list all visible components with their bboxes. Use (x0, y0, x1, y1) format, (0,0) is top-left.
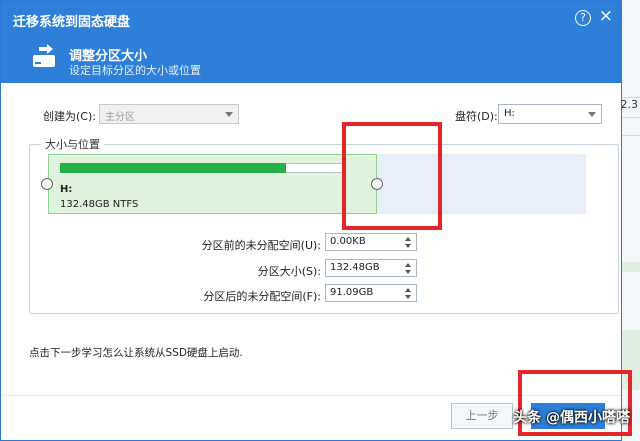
group-title: 大小与位置 (41, 136, 104, 152)
size-input[interactable]: 132.48GB (325, 259, 417, 277)
spin-up-icon[interactable] (405, 237, 411, 241)
prev-button[interactable]: 上一步 (451, 403, 513, 429)
before-space-value: 0.00KB (330, 236, 366, 247)
size-label: 分区大小(S): (257, 265, 321, 278)
after-space-value: 91.09GB (330, 287, 374, 298)
help-icon[interactable]: ? (575, 10, 591, 26)
highlight-box (342, 122, 442, 230)
partition-label: H: (60, 184, 73, 195)
chevron-down-icon (588, 112, 596, 117)
size-value: 132.48GB (330, 262, 380, 273)
before-space-label: 分区前的未分配空间(U): (201, 239, 321, 252)
before-space-input[interactable]: 0.00KB (325, 233, 417, 251)
step-subtitle: 设定目标分区的大小或位置 (69, 64, 201, 77)
create-as-select[interactable]: 主分区 (99, 104, 239, 124)
create-as-label: 创建为(C): (43, 110, 96, 123)
usage-bar-fill (60, 163, 286, 173)
spin-down-icon[interactable] (405, 270, 411, 274)
close-icon[interactable]: × (599, 8, 613, 25)
after-space-input[interactable]: 91.09GB (325, 284, 417, 302)
drive-letter-select[interactable]: H: (498, 104, 602, 124)
watermark: 头条 @偶西小嗒嗒 (513, 410, 630, 426)
spin-up-icon[interactable] (405, 263, 411, 267)
create-as-value: 主分区 (105, 112, 135, 123)
drive-letter-value: H: (504, 108, 515, 119)
disk-arrow-icon (33, 44, 55, 67)
spin-down-icon[interactable] (405, 244, 411, 248)
chevron-down-icon (225, 112, 233, 117)
spin-up-icon[interactable] (405, 288, 411, 292)
spin-down-icon[interactable] (405, 295, 411, 299)
titlebar: 迁移系统到固态硬盘 ? × (1, 1, 621, 37)
step-header: 调整分区大小 设定目标分区的大小或位置 (1, 37, 621, 83)
partition-info: 132.48GB NTFS (60, 199, 139, 210)
after-space-label: 分区后的未分配空间(F): (203, 290, 321, 303)
drive-letter-label: 盘符(D): (455, 110, 498, 123)
window-title: 迁移系统到固态硬盘 (13, 15, 131, 30)
boot-hint: 点击下一步学习怎么让系统从SSD硬盘上启动. (29, 347, 243, 359)
resize-handle-left[interactable] (41, 178, 53, 190)
